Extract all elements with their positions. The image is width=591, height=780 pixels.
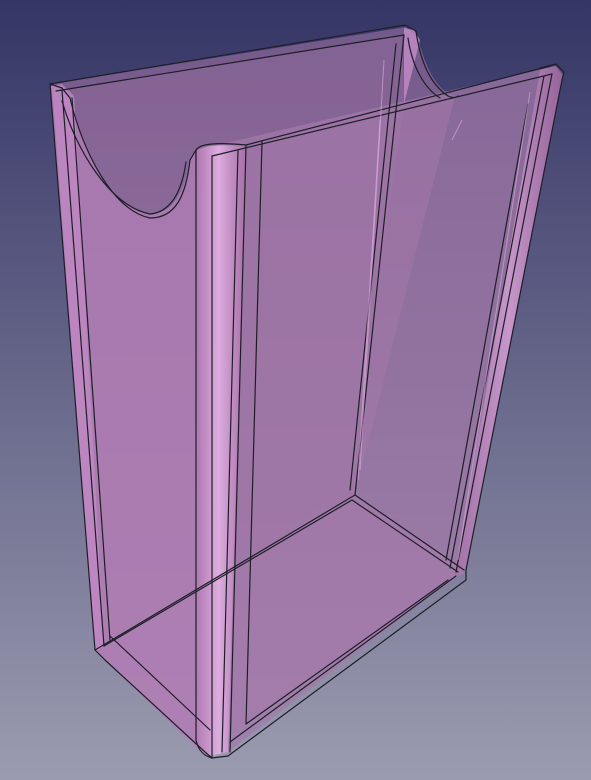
- front-wall: [196, 66, 563, 752]
- model-render[interactable]: [0, 0, 591, 780]
- 3d-viewport[interactable]: [0, 0, 591, 780]
